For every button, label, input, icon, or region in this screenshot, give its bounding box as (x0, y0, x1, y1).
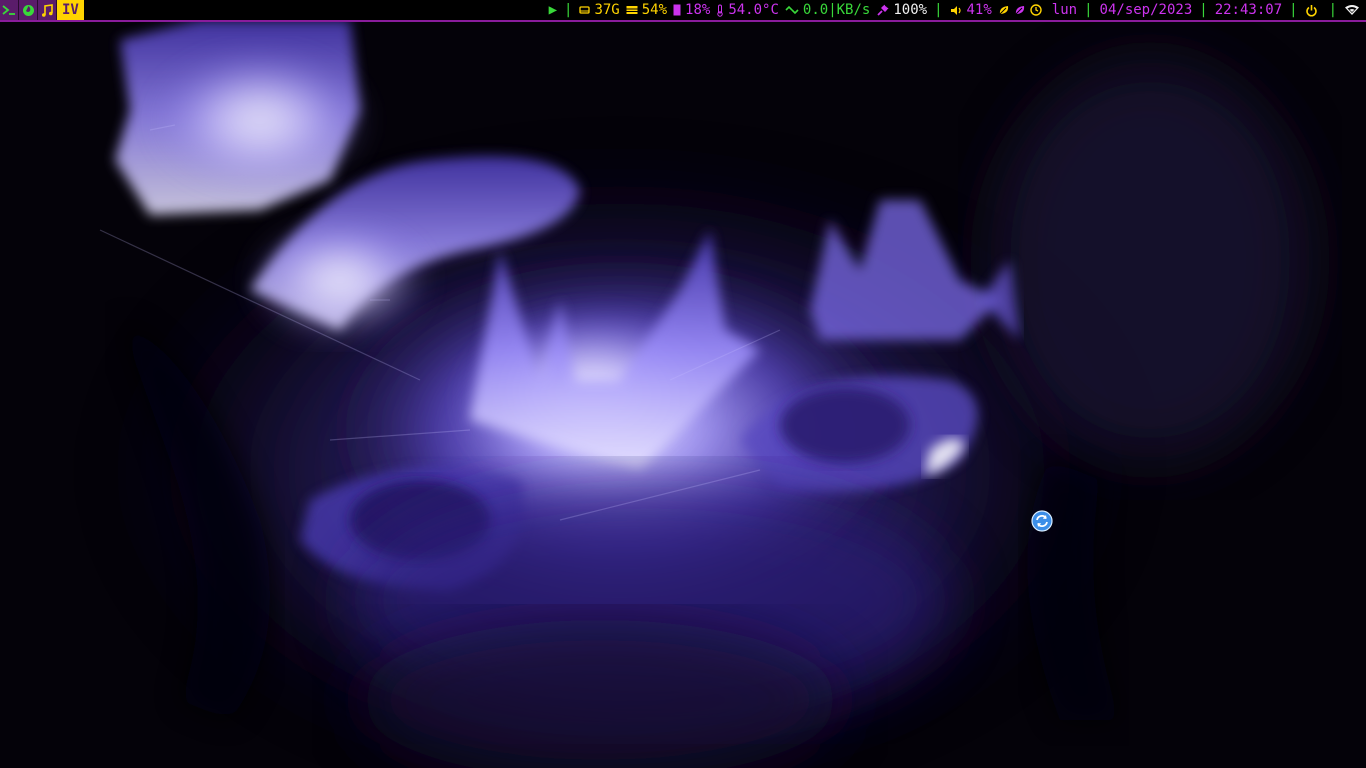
top-status-bar: IV ▶ | 37G 54% 18% 54.0°C 0.0|KB/s 100% … (0, 0, 1366, 22)
cpu-icon (673, 4, 681, 16)
temperature-value: 54.0°C (728, 1, 779, 18)
workspace-active[interactable]: IV (57, 0, 84, 20)
browser-icon[interactable] (19, 0, 38, 20)
volume-value: 41% (966, 1, 992, 18)
volume-icon (950, 5, 963, 16)
battery-value: 100% (893, 1, 928, 18)
memory-value: 54% (641, 1, 668, 18)
disk-value: 37G (594, 1, 620, 18)
play-button[interactable]: ▶ (549, 0, 557, 21)
desktop-wallpaper (0, 0, 1366, 768)
thermometer-icon (716, 4, 724, 17)
leaf-yellow-icon[interactable] (998, 4, 1010, 16)
disk-icon (579, 5, 591, 15)
separator: | (1199, 1, 1208, 18)
status-modules: ▶ | 37G 54% 18% 54.0°C 0.0|KB/s 100% | 4… (549, 0, 1366, 20)
music-icon[interactable] (38, 0, 57, 20)
wifi-icon[interactable] (1344, 4, 1360, 16)
wallpaper-art (99, 20, 1310, 768)
power-icon[interactable] (1305, 4, 1318, 17)
separator: | (1289, 1, 1298, 18)
time-value: 22:43:07 (1214, 1, 1283, 18)
separator: | (1328, 1, 1337, 18)
network-value: 0.0|KB/s (802, 1, 871, 18)
workspace-switcher: IV (0, 0, 84, 20)
cpu-value: 18% (685, 1, 711, 18)
separator: | (564, 1, 573, 18)
separator: | (934, 1, 943, 18)
terminal-icon[interactable] (0, 0, 19, 20)
power-plug-icon (876, 4, 889, 17)
separator: | (1084, 1, 1093, 18)
leaf-magenta-icon[interactable] (1014, 4, 1026, 16)
network-updown-icon (785, 5, 799, 15)
day-value: lun (1051, 1, 1078, 18)
refresh-icon[interactable] (1031, 510, 1053, 532)
bar-spacer (84, 0, 549, 20)
date-value: 04/sep/2023 (1099, 1, 1193, 18)
clock-icon (1030, 4, 1042, 16)
memory-icon (626, 5, 638, 15)
